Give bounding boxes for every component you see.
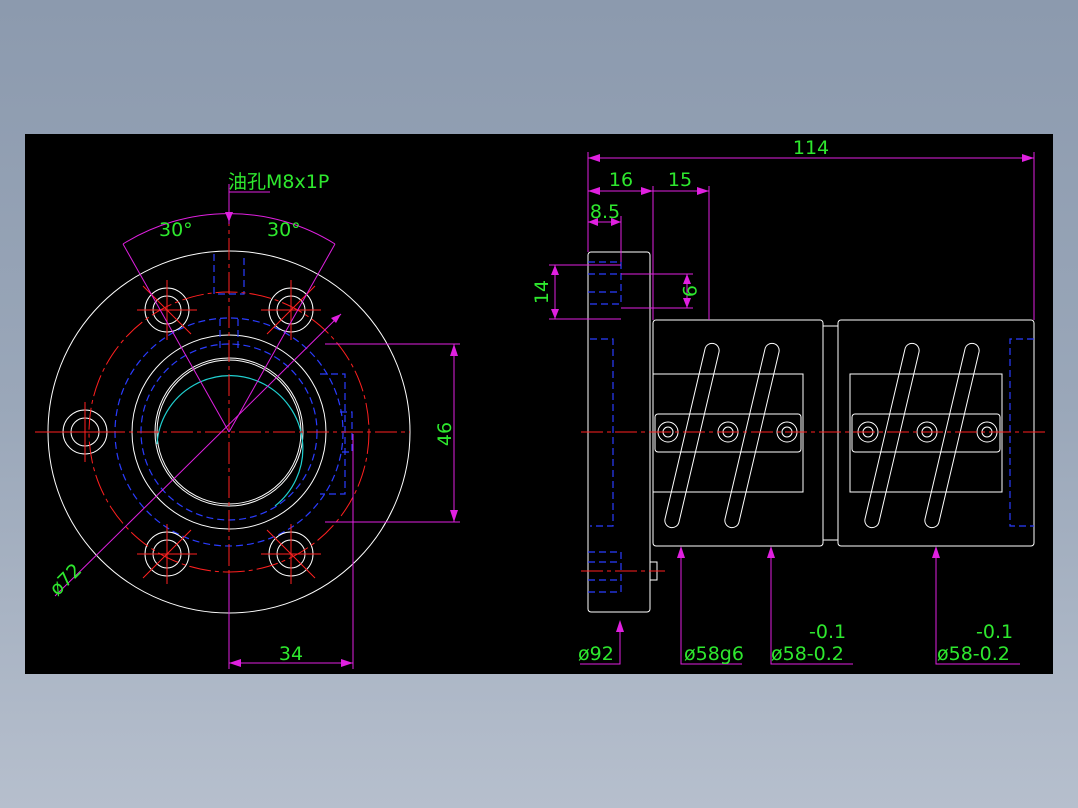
dim-arrow <box>551 265 559 275</box>
dim-phi92-label: ø92 <box>578 643 614 665</box>
dim-arrow <box>683 274 691 284</box>
dim-phi58-a-label: ø58-0.2 <box>771 643 844 665</box>
cad-drawing: 油孔M8x1P 30° 30° 46 34 ø72 114 16 15 8.5 … <box>35 137 1045 669</box>
flange-hidden-bottom <box>588 551 622 593</box>
dim-arrow <box>697 187 709 195</box>
circulation-plate-1 <box>654 413 802 453</box>
dim-8-5-label: 8.5 <box>590 201 620 223</box>
tolerance-upper-b: -0.1 <box>976 621 1013 643</box>
dim-arrow <box>1022 154 1034 162</box>
dim-arrow <box>450 510 458 522</box>
dim-9-label: 9 <box>678 285 700 297</box>
dim-114-label: 114 <box>793 137 829 159</box>
dim-arrow <box>767 546 775 558</box>
dim-15-label: 15 <box>668 169 692 191</box>
nut-body-2 <box>837 319 1035 547</box>
front-view: 油孔M8x1P 30° 30° 46 34 ø72 <box>35 171 460 669</box>
dim-arrow <box>588 187 600 195</box>
dim-phi72-label: ø72 <box>45 559 86 600</box>
dim-phi58g6-label: ø58g6 <box>684 643 744 665</box>
dim-46-label: 46 <box>434 422 456 446</box>
angle-label-left: 30° <box>159 219 193 241</box>
dim-arrow <box>616 620 624 632</box>
dim-arrow <box>551 309 559 319</box>
flange-hidden-top <box>588 261 622 305</box>
dim-arrow <box>229 659 241 667</box>
oil-hole-label: 油孔M8x1P <box>228 171 329 193</box>
dim-14-label: 14 <box>531 280 553 304</box>
side-view: 114 16 15 8.5 14 9 ø92 ø58g6 -0.1 ø58-0.… <box>531 137 1045 665</box>
angle-leader-left <box>122 243 230 433</box>
dim-arrow <box>683 298 691 308</box>
dim-arrow <box>341 659 353 667</box>
diameter-arrow <box>331 314 341 323</box>
oil-hole-arrow <box>225 212 233 222</box>
angle-label-right: 30° <box>267 219 301 241</box>
cad-drawing-area[interactable]: 油孔M8x1P 30° 30° 46 34 ø72 114 16 15 8.5 … <box>25 134 1053 674</box>
spacer <box>823 325 838 541</box>
angle-leader-right <box>228 243 336 433</box>
dim-16-label: 16 <box>609 169 633 191</box>
keyway-hidden <box>320 373 346 495</box>
dim-arrow <box>450 344 458 356</box>
dim-34-label: 34 <box>279 643 303 665</box>
dim-arrow <box>932 546 940 558</box>
dim-arrow <box>677 546 685 558</box>
tolerance-upper-a: -0.1 <box>809 621 846 643</box>
circulation-plate-2 <box>851 413 1001 453</box>
return-tubes <box>664 342 980 529</box>
dim-phi58-b-label: ø58-0.2 <box>937 643 1010 665</box>
dim-arrow <box>641 187 653 195</box>
dim-arrow <box>588 154 600 162</box>
